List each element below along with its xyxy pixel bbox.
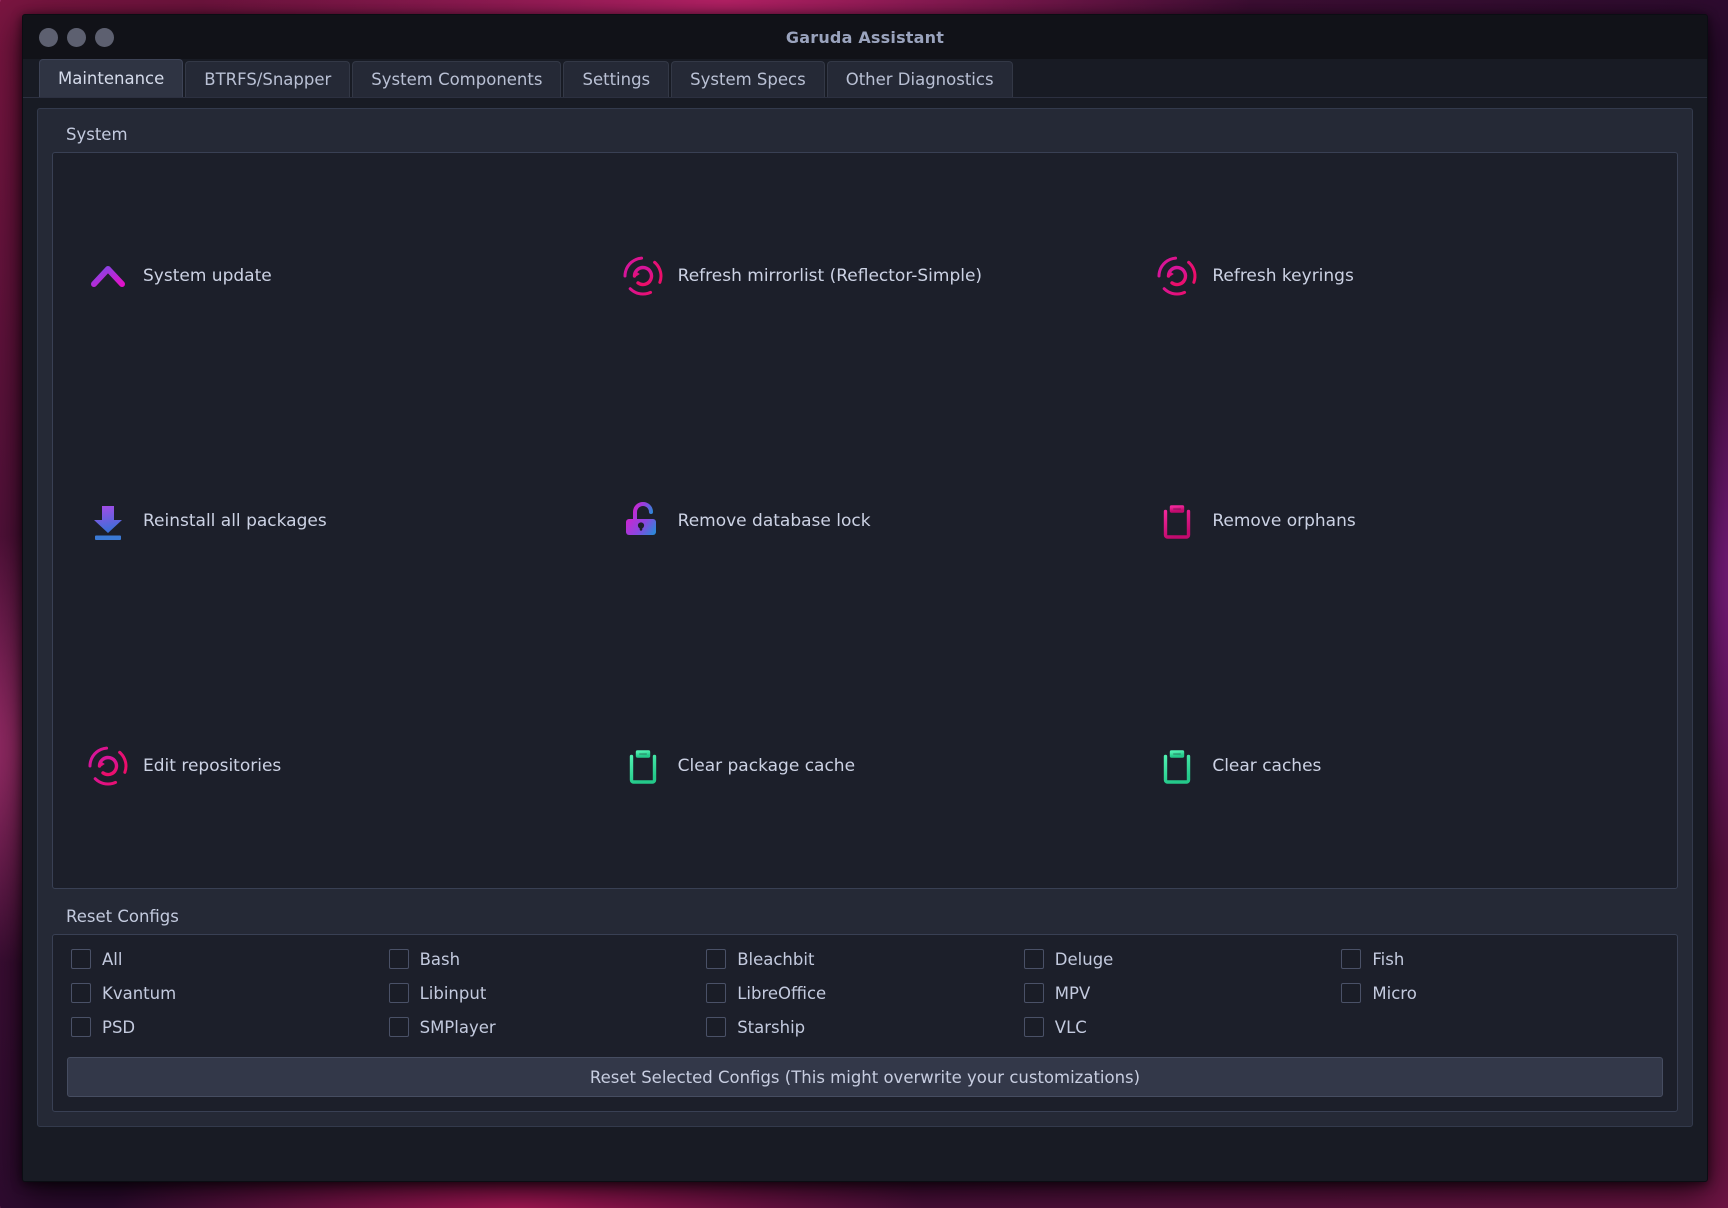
title-bar[interactable]: Garuda Assistant xyxy=(23,15,1707,59)
action-reinstall-all-packages[interactable]: Reinstall all packages xyxy=(63,498,598,544)
checkbox-box[interactable] xyxy=(706,1017,726,1037)
checkbox-label: LibreOffice xyxy=(737,984,826,1003)
checkbox-box[interactable] xyxy=(1024,949,1044,969)
reset-configs-frame: All Bash Bleachbit xyxy=(52,934,1678,1112)
checkbox-label: MPV xyxy=(1055,984,1090,1003)
action-label: Clear package cache xyxy=(678,756,855,776)
checkbox-deluge[interactable]: Deluge xyxy=(1024,949,1342,969)
reset-selected-configs-button[interactable]: Reset Selected Configs (This might overw… xyxy=(67,1057,1663,1097)
desktop-wallpaper: Garuda Assistant Maintenance BTRFS/Snapp… xyxy=(0,0,1728,1208)
system-group: System xyxy=(52,121,1678,889)
refresh-icon xyxy=(620,253,666,299)
checkbox-label: Libinput xyxy=(420,984,487,1003)
checkbox-smplayer[interactable]: SMPlayer xyxy=(389,1017,707,1037)
application-window: Garuda Assistant Maintenance BTRFS/Snapp… xyxy=(22,14,1708,1182)
action-remove-orphans[interactable]: Remove orphans xyxy=(1132,498,1667,544)
maximize-button[interactable] xyxy=(95,28,114,47)
download-icon xyxy=(85,498,131,544)
tab-system-components[interactable]: System Components xyxy=(352,61,561,97)
checkbox-libreoffice[interactable]: LibreOffice xyxy=(706,983,1024,1003)
checkbox-bash[interactable]: Bash xyxy=(389,949,707,969)
tab-maintenance[interactable]: Maintenance xyxy=(39,59,183,97)
system-actions-grid: System update xyxy=(52,152,1678,889)
checkbox-kvantum[interactable]: Kvantum xyxy=(71,983,389,1003)
checkbox-label: All xyxy=(102,950,122,969)
checkbox-micro[interactable]: Micro xyxy=(1341,983,1659,1003)
checkbox-label: Starship xyxy=(737,1018,805,1037)
action-label: Refresh keyrings xyxy=(1212,266,1354,286)
trash-icon xyxy=(620,743,666,789)
action-refresh-mirrorlist[interactable]: Refresh mirrorlist (Reflector-Simple) xyxy=(598,253,1133,299)
chevron-up-icon xyxy=(85,253,131,299)
checkbox-label: VLC xyxy=(1055,1018,1087,1037)
action-edit-repositories[interactable]: Edit repositories xyxy=(63,743,598,789)
checkbox-box[interactable] xyxy=(1341,949,1361,969)
checkbox-box[interactable] xyxy=(1024,983,1044,1003)
tab-bar: Maintenance BTRFS/Snapper System Compone… xyxy=(23,59,1707,97)
checkbox-box[interactable] xyxy=(71,1017,91,1037)
checkbox-bleachbit[interactable]: Bleachbit xyxy=(706,949,1024,969)
checkbox-libinput[interactable]: Libinput xyxy=(389,983,707,1003)
tab-settings[interactable]: Settings xyxy=(563,61,669,97)
checkbox-label: Deluge xyxy=(1055,950,1114,969)
window-controls xyxy=(39,28,114,47)
action-remove-database-lock[interactable]: Remove database lock xyxy=(598,498,1133,544)
action-label: Refresh mirrorlist (Reflector-Simple) xyxy=(678,266,982,286)
checkbox-vlc[interactable]: VLC xyxy=(1024,1017,1342,1037)
action-clear-package-cache[interactable]: Clear package cache xyxy=(598,743,1133,789)
checkbox-label: SMPlayer xyxy=(420,1018,496,1037)
system-group-title: System xyxy=(52,121,1678,152)
close-button[interactable] xyxy=(39,28,58,47)
reset-configs-checkbox-grid: All Bash Bleachbit xyxy=(67,947,1663,1043)
checkbox-label: Micro xyxy=(1372,984,1416,1003)
checkbox-starship[interactable]: Starship xyxy=(706,1017,1024,1037)
trash-icon xyxy=(1154,743,1200,789)
reset-configs-group: Reset Configs All Bash xyxy=(52,903,1678,1112)
refresh-icon xyxy=(85,743,131,789)
checkbox-box[interactable] xyxy=(71,949,91,969)
checkbox-box[interactable] xyxy=(706,983,726,1003)
trash-icon xyxy=(1154,498,1200,544)
reset-configs-title: Reset Configs xyxy=(52,903,1678,934)
checkbox-label: Kvantum xyxy=(102,984,176,1003)
action-label: Edit repositories xyxy=(143,756,281,776)
tab-other-diagnostics[interactable]: Other Diagnostics xyxy=(827,61,1013,97)
checkbox-box[interactable] xyxy=(71,983,91,1003)
action-label: Remove database lock xyxy=(678,511,871,531)
checkbox-grid-spacer xyxy=(1341,1017,1659,1037)
unlock-icon xyxy=(620,498,666,544)
action-clear-caches[interactable]: Clear caches xyxy=(1132,743,1667,789)
checkbox-box[interactable] xyxy=(1341,983,1361,1003)
checkbox-label: Bleachbit xyxy=(737,950,814,969)
checkbox-mpv[interactable]: MPV xyxy=(1024,983,1342,1003)
tab-btrfs-snapper[interactable]: BTRFS/Snapper xyxy=(185,61,350,97)
action-label: Remove orphans xyxy=(1212,511,1355,531)
tab-system-specs[interactable]: System Specs xyxy=(671,61,825,97)
action-label: Reinstall all packages xyxy=(143,511,327,531)
checkbox-box[interactable] xyxy=(389,983,409,1003)
status-bar xyxy=(23,1141,1707,1181)
action-label: System update xyxy=(143,266,272,286)
checkbox-psd[interactable]: PSD xyxy=(71,1017,389,1037)
checkbox-box[interactable] xyxy=(389,1017,409,1037)
checkbox-label: Bash xyxy=(420,950,461,969)
tab-content-area: System xyxy=(23,97,1707,1141)
minimize-button[interactable] xyxy=(67,28,86,47)
checkbox-all[interactable]: All xyxy=(71,949,389,969)
maintenance-page: System xyxy=(37,108,1693,1127)
checkbox-box[interactable] xyxy=(1024,1017,1044,1037)
checkbox-label: Fish xyxy=(1372,950,1404,969)
window-title: Garuda Assistant xyxy=(23,28,1707,47)
checkbox-label: PSD xyxy=(102,1018,135,1037)
action-label: Clear caches xyxy=(1212,756,1321,776)
checkbox-box[interactable] xyxy=(389,949,409,969)
checkbox-fish[interactable]: Fish xyxy=(1341,949,1659,969)
checkbox-box[interactable] xyxy=(706,949,726,969)
action-refresh-keyrings[interactable]: Refresh keyrings xyxy=(1132,253,1667,299)
action-system-update[interactable]: System update xyxy=(63,253,598,299)
refresh-icon xyxy=(1154,253,1200,299)
